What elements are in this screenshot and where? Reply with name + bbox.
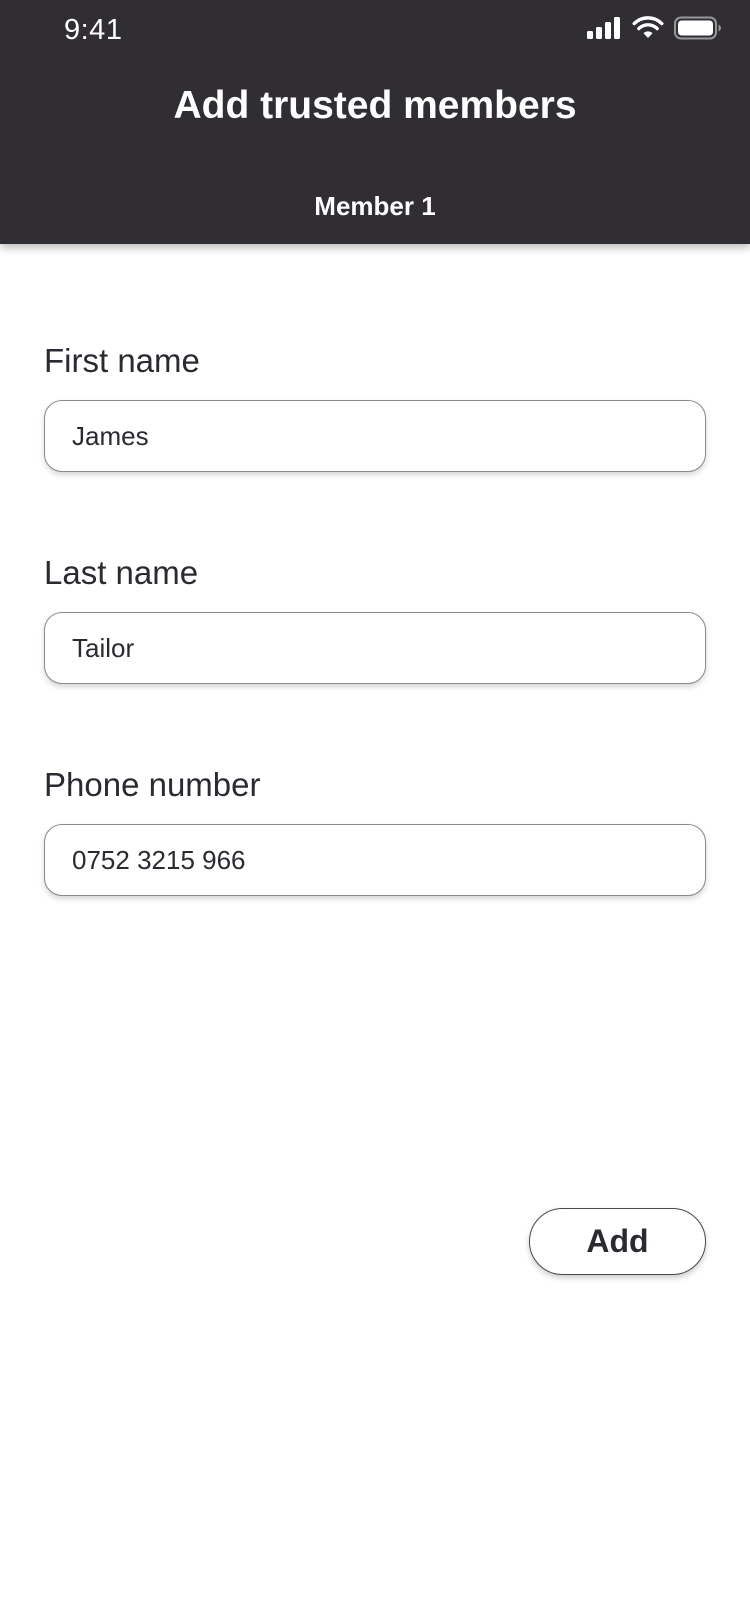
last-name-label: Last name [44, 554, 199, 591]
phone-number-field[interactable] [44, 824, 706, 896]
screen: 9:41 Add trusted members Member 1 First … [0, 0, 750, 1624]
phone-number-label: Phone number [44, 766, 261, 803]
cellular-signal-icon [586, 16, 622, 45]
status-time: 9:41 [64, 14, 123, 46]
app-header: 9:41 Add trusted members Member 1 [0, 0, 750, 244]
first-name-field[interactable] [44, 400, 706, 472]
first-name-label: First name [44, 342, 200, 379]
last-name-field[interactable] [44, 612, 706, 684]
add-button[interactable]: Add [529, 1208, 706, 1275]
page-title: Add trusted members [173, 84, 577, 127]
status-icons [586, 15, 722, 45]
member-subtitle: Member 1 [314, 191, 436, 221]
battery-icon [674, 16, 722, 45]
wifi-icon [632, 15, 664, 45]
